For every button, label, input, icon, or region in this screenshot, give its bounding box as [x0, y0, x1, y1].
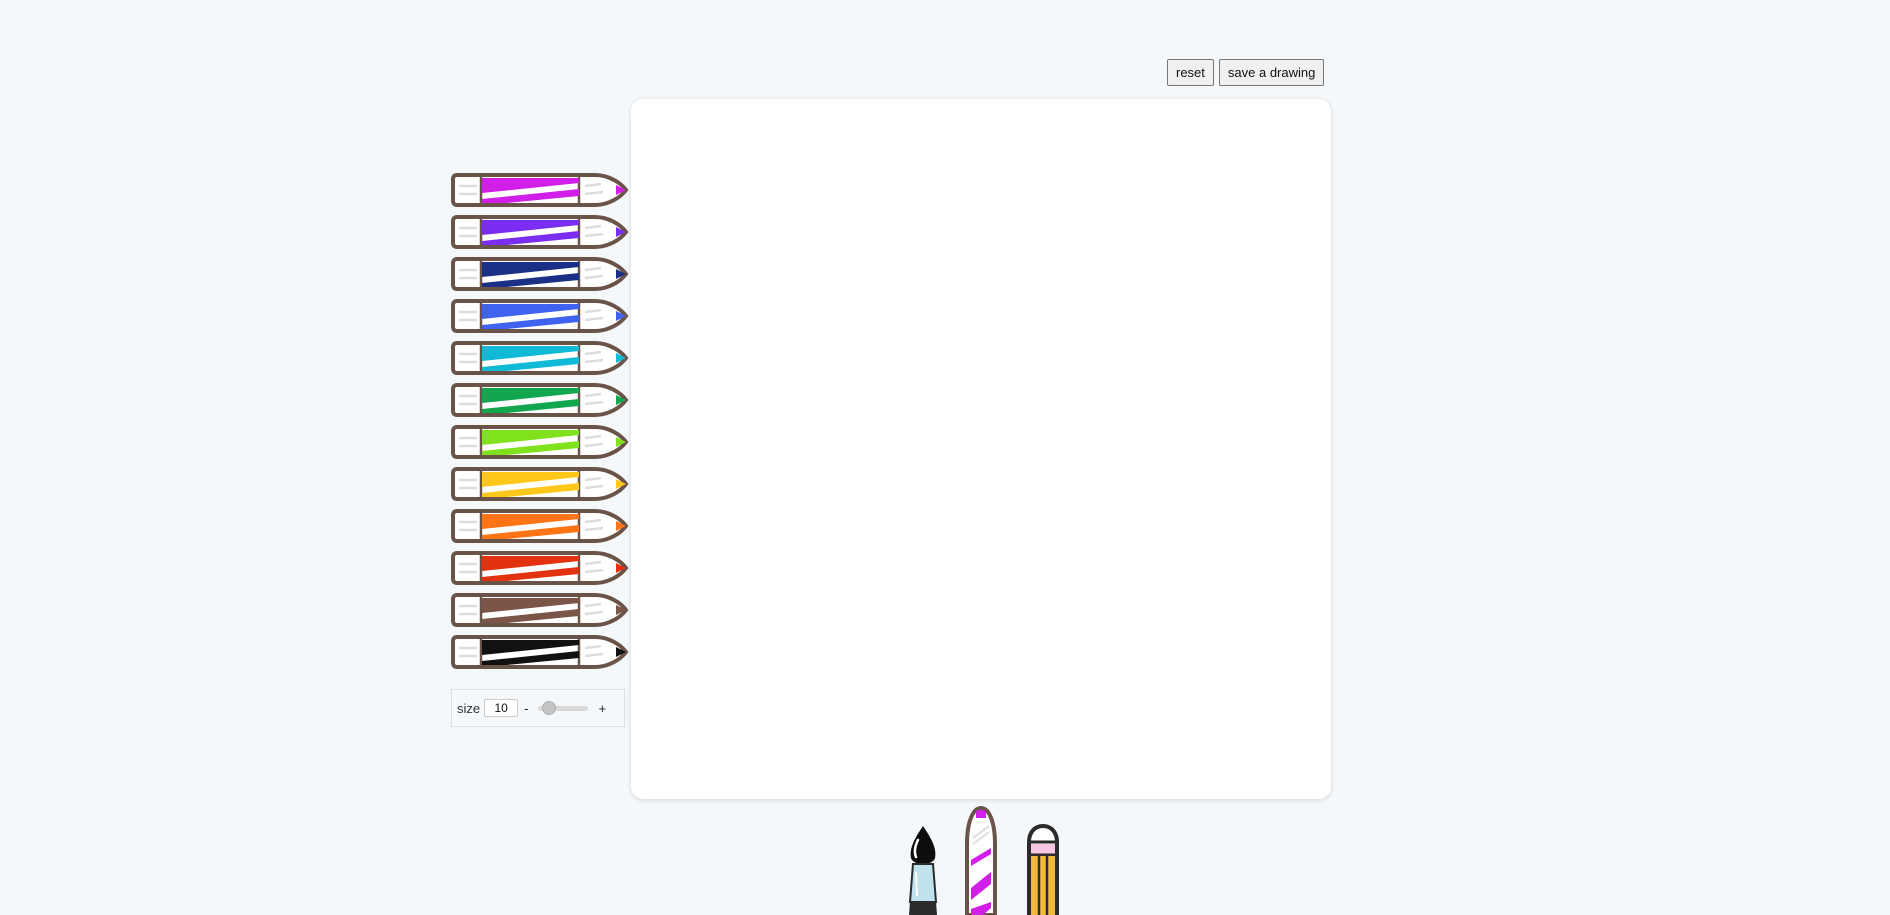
- marker-blue[interactable]: [451, 295, 629, 337]
- tool-selector: [893, 800, 1073, 915]
- save-drawing-button[interactable]: save a drawing: [1218, 59, 1325, 86]
- marker-green[interactable]: [451, 379, 629, 421]
- reset-button[interactable]: reset: [1167, 59, 1214, 86]
- marker-violet[interactable]: [451, 211, 629, 253]
- marker-black[interactable]: [451, 631, 629, 673]
- marker-cyan[interactable]: [451, 337, 629, 379]
- marker-yellow[interactable]: [451, 463, 629, 505]
- brush-icon[interactable]: [903, 824, 943, 915]
- marker-red[interactable]: [451, 547, 629, 589]
- drawing-app: reset save a drawing size - +: [0, 0, 1890, 915]
- size-panel: size - +: [451, 689, 625, 727]
- pencil-icon[interactable]: [1023, 823, 1063, 915]
- color-palette: [451, 169, 631, 673]
- slider-thumb[interactable]: [542, 701, 557, 715]
- marker-lime[interactable]: [451, 421, 629, 463]
- size-label: size: [457, 700, 481, 716]
- marker-magenta[interactable]: [451, 169, 629, 211]
- marker-icon[interactable]: [961, 804, 1001, 915]
- size-slider[interactable]: [538, 699, 589, 717]
- marker-brown[interactable]: [451, 589, 629, 631]
- size-decrease-button[interactable]: -: [518, 701, 534, 716]
- toolbar: reset save a drawing: [1167, 59, 1325, 86]
- size-input[interactable]: [484, 699, 519, 717]
- marker-orange[interactable]: [451, 505, 629, 547]
- drawing-canvas[interactable]: [631, 99, 1331, 799]
- size-increase-button[interactable]: +: [592, 701, 612, 716]
- marker-navy[interactable]: [451, 253, 629, 295]
